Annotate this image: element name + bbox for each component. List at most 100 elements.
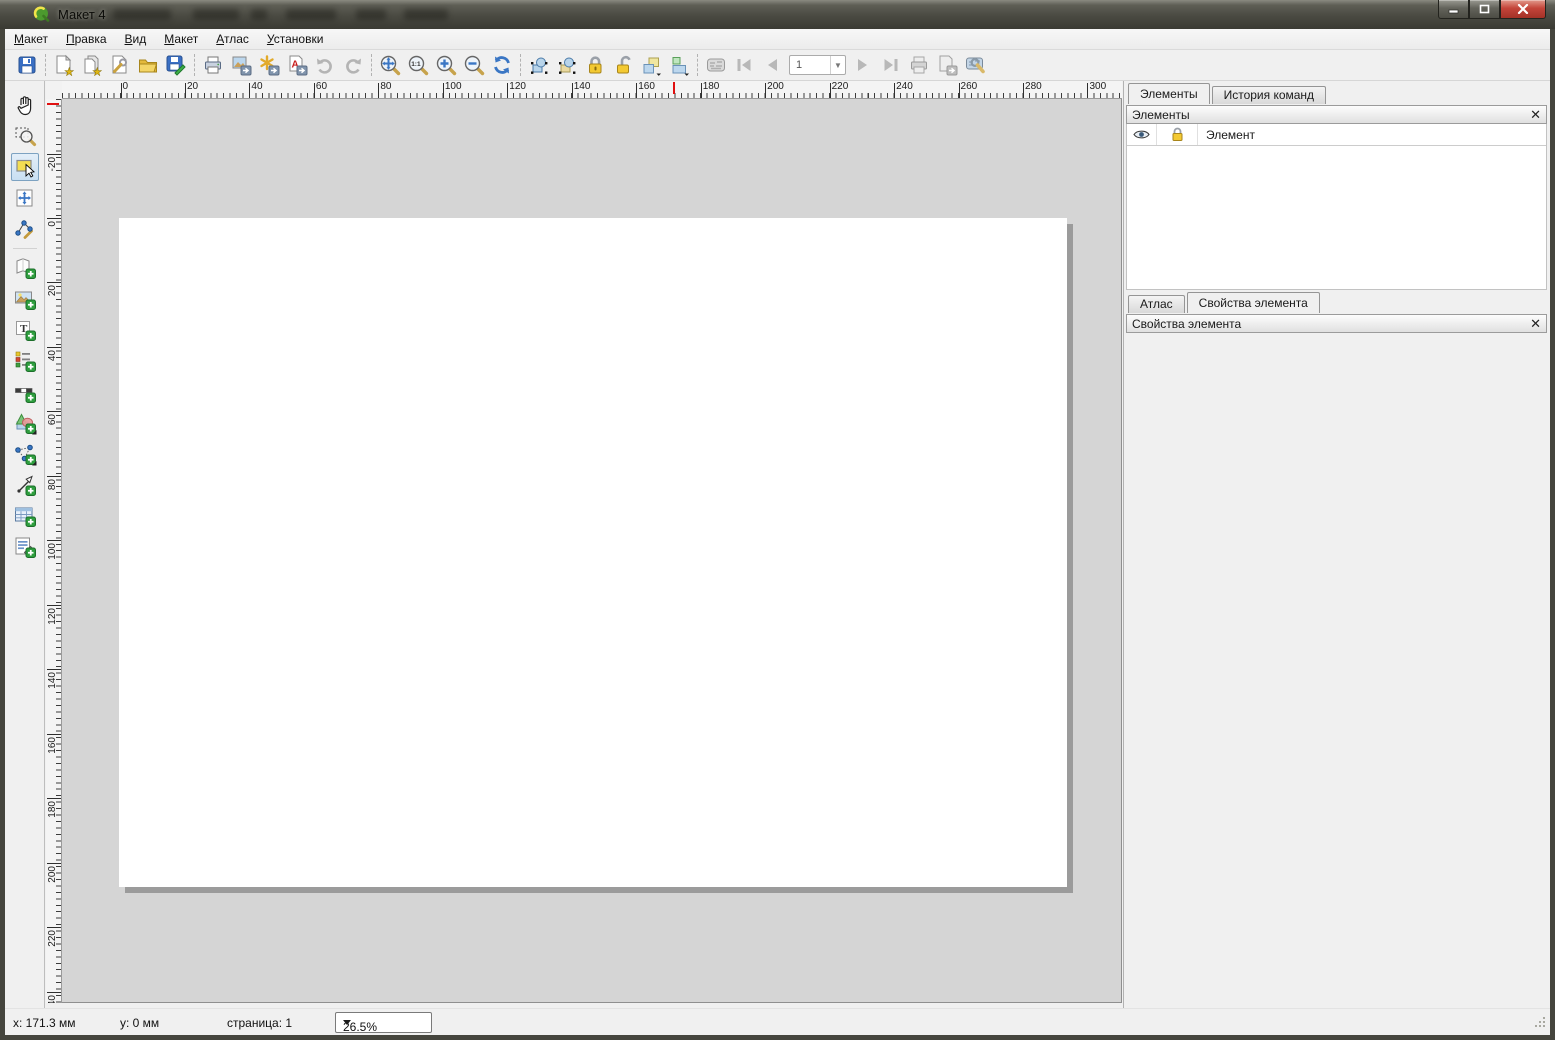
atlas-last-feature-button[interactable] [878,52,904,78]
layout-page[interactable] [119,218,1067,887]
zoom-out-button[interactable] [461,52,487,78]
print-layout-button[interactable] [200,52,226,78]
resize-grip[interactable] [1534,1016,1547,1032]
add-arrow-button[interactable] [11,471,39,499]
background-window-blur [113,9,171,20]
add-map-button[interactable] [11,254,39,282]
zoom-out-icon [463,54,485,76]
svg-text:★: ★ [92,67,102,76]
atlas-settings-button[interactable] [962,52,988,78]
atlas-page-value: 1 [796,59,802,71]
svg-text:1:1: 1:1 [411,61,421,68]
export-image-button[interactable] [228,52,254,78]
raise-selected-items-button[interactable] [638,52,664,78]
close-button[interactable] [1500,0,1546,19]
close-panel-icon[interactable]: ✕ [1530,317,1541,330]
add-shape-button[interactable] [11,409,39,437]
undo-button[interactable] [312,52,338,78]
select-move-item-icon [13,155,37,179]
atlas-export-button[interactable] [934,52,960,78]
zoom-full-icon [379,54,401,76]
main-toolbar: ★ ★ [5,50,1550,81]
menu-layout2[interactable]: Макет [155,30,207,48]
menu-settings[interactable]: Установки [258,30,333,48]
atlas-first-feature-button[interactable] [731,52,757,78]
refresh-view-button[interactable] [489,52,515,78]
unlock-all-items-button[interactable] [610,52,636,78]
add-nodes-item-button[interactable] [11,440,39,468]
qgis-logo-icon [32,5,50,28]
layout-designer-window: Макет 4 Макет Правка Вид Макет Атлас Уст… [0,0,1555,1040]
export-pdf-icon: A [286,54,308,76]
menu-atlas[interactable]: Атлас [207,30,258,48]
h-ruler: 0204060801001201401601802002202402602803… [62,81,1122,99]
atlas-print-button[interactable] [906,52,932,78]
items-list[interactable]: Элемент [1126,124,1547,290]
close-icon [1517,4,1529,14]
tab-command-history[interactable]: История команд [1212,86,1326,104]
new-layout-button[interactable]: ★ [51,52,77,78]
deselect-all-items-button[interactable] [554,52,580,78]
export-pdf-button[interactable]: A [284,52,310,78]
atlas-preview-button[interactable] [703,52,729,78]
ruler-corner [46,81,62,99]
right-dock-area: Элементы История команд Элементы ✕ [1123,81,1550,1008]
add-map-icon [13,256,37,280]
export-svg-button[interactable] [256,52,282,78]
select-move-item-button[interactable] [11,153,39,181]
properties-panel-header: Свойства элемента ✕ [1126,314,1547,333]
background-window-blur [193,9,239,20]
first-feature-icon [733,54,755,76]
tab-atlas[interactable]: Атлас [1128,295,1185,313]
duplicate-layout-button[interactable]: ★ [79,52,105,78]
add-legend-button[interactable] [11,347,39,375]
add-html-frame-button[interactable] [11,533,39,561]
atlas-previous-feature-button[interactable] [759,52,785,78]
add-legend-icon [13,349,37,373]
tab-item-properties[interactable]: Свойства элемента [1187,292,1320,313]
menu-layout[interactable]: Макет [5,30,57,48]
chevron-down-icon[interactable]: ▼ [830,56,845,74]
pan-tool-button[interactable] [11,91,39,119]
zoom-actual-size-button[interactable]: 1:1 [405,52,431,78]
zoom-tool-button[interactable] [11,122,39,150]
top-dock-tabbar: Элементы История команд [1128,82,1328,104]
zoom-in-button[interactable] [433,52,459,78]
layout-manager-button[interactable] [107,52,133,78]
add-label-button[interactable]: T [11,316,39,344]
items-list-header: Элемент [1127,124,1546,146]
minimize-button[interactable] [1438,0,1469,19]
select-all-icon [528,54,550,76]
redo-icon [342,54,364,76]
h-ruler-ticks [62,93,1122,98]
align-selected-items-button[interactable] [666,52,692,78]
menu-edit[interactable]: Правка [57,30,116,48]
items-column-header: Элемент [1198,128,1255,142]
status-bar: x: 171.3 мм y: 0 мм страница: 1 26.5% [5,1008,1550,1035]
save-as-template-button[interactable] [163,52,189,78]
zoom-level-select[interactable]: 26.5% [335,1012,432,1033]
atlas-next-feature-button[interactable] [850,52,876,78]
redo-button[interactable] [340,52,366,78]
menu-view[interactable]: Вид [116,30,156,48]
svg-text:★: ★ [64,67,74,76]
add-attribute-table-button[interactable] [11,502,39,530]
move-item-content-button[interactable] [11,184,39,212]
lock-selected-items-button[interactable] [582,52,608,78]
save-layout-button[interactable] [14,52,40,78]
zoom-full-button[interactable] [377,52,403,78]
add-picture-button[interactable] [11,285,39,313]
maximize-button[interactable] [1469,0,1500,19]
title-bar[interactable]: Макет 4 [0,0,1555,29]
layout-canvas[interactable] [62,99,1122,1003]
atlas-page-box[interactable]: 1 ▼ [789,55,846,75]
toolbar-separator [371,54,372,76]
edit-nodes-item-button[interactable] [11,215,39,243]
atlas-settings-icon [964,54,986,76]
close-panel-icon[interactable]: ✕ [1530,108,1541,121]
open-layout-button[interactable] [135,52,161,78]
cursor-x-readout: x: 171.3 мм [13,1016,76,1030]
tab-items[interactable]: Элементы [1128,83,1210,104]
select-all-items-button[interactable] [526,52,552,78]
add-scalebar-button[interactable] [11,378,39,406]
